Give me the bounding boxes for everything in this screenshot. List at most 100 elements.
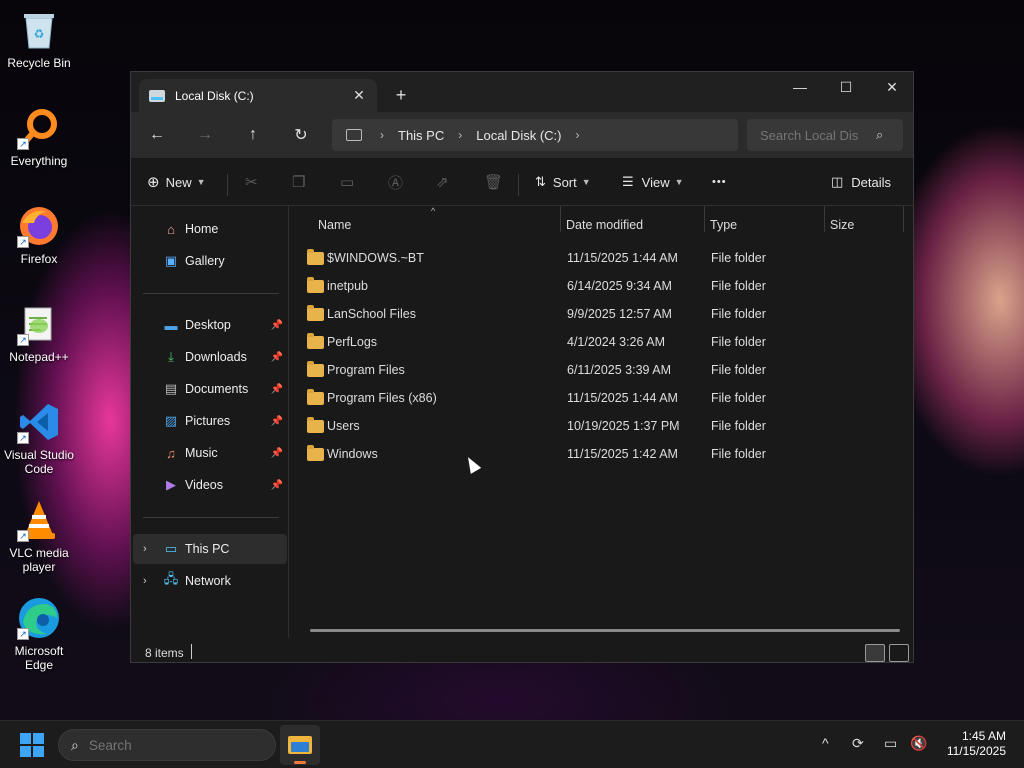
maximize-button[interactable]: ☐	[823, 72, 869, 102]
chevron-right-icon[interactable]: ›	[143, 543, 147, 555]
file-row[interactable]: Users 10/19/2025 1:37 PM File folder	[298, 412, 898, 440]
sidebar-item-network[interactable]: › 🖧 Network	[133, 566, 287, 596]
show-hidden-icons-button[interactable]: ^	[822, 735, 829, 751]
svg-text:♻: ♻	[34, 27, 45, 41]
column-divider[interactable]	[824, 206, 825, 232]
breadcrumb-chevron[interactable]: ›	[575, 128, 579, 142]
close-button[interactable]: ✕	[869, 72, 913, 102]
column-header-name[interactable]: Name	[318, 212, 351, 238]
breadcrumb-local-disk[interactable]: Local Disk (C:)	[476, 128, 561, 143]
videos-icon: ▶	[166, 477, 176, 492]
desktop-icon-firefox[interactable]: ↗ Firefox	[2, 204, 76, 266]
details-view-button[interactable]	[865, 644, 885, 662]
copy-button[interactable]: ❐	[292, 170, 305, 194]
sidebar-item-label: This PC	[185, 542, 230, 556]
desktop-icon-notepad-plus-plus[interactable]: ↗ Notepad++	[2, 302, 76, 364]
folder-icon	[307, 388, 324, 405]
desktop-icon-vlc[interactable]: ↗ VLC media player	[2, 498, 76, 574]
column-header-size[interactable]: Size	[830, 212, 854, 238]
taskbar-search-input[interactable]	[88, 737, 249, 753]
sidebar-item-home[interactable]: ⌂ Home	[133, 214, 287, 244]
desktop-icon-recycle-bin[interactable]: ♻ Recycle Bin	[2, 8, 76, 70]
taskbar: ⌕ ^ ⟳ ▭ 🔇 1:45 AM 11/15/2025	[0, 720, 1024, 768]
more-options-button[interactable]: •••	[712, 170, 727, 194]
sidebar-item-videos[interactable]: ▶ Videos 📌	[133, 470, 287, 500]
cut-button[interactable]: ✂	[245, 170, 258, 194]
sync-icon[interactable]: ⟳	[852, 735, 864, 752]
tab-close-button[interactable]: ✕	[349, 86, 369, 106]
new-tab-button[interactable]: +	[389, 83, 413, 107]
status-divider	[191, 644, 192, 659]
up-button[interactable]: ↑	[239, 122, 267, 148]
folder-icon	[307, 332, 324, 349]
documents-icon: ▤	[164, 381, 178, 396]
column-header-type[interactable]: Type	[710, 212, 737, 238]
file-row[interactable]: Program Files 6/11/2025 3:39 AM File folde…	[298, 356, 898, 384]
delete-button[interactable]: 🗑	[484, 170, 503, 194]
network-status-icon[interactable]: ▭	[884, 735, 897, 752]
share-button[interactable]: ⇗	[436, 170, 449, 194]
address-bar[interactable]: › This PC › Local Disk (C:) ›	[332, 119, 738, 151]
column-divider[interactable]	[704, 206, 705, 232]
sidebar-item-documents[interactable]: ▤ Documents 📌	[133, 374, 287, 404]
sort-button[interactable]: ⇅ Sort ▼	[535, 170, 591, 194]
system-clock[interactable]: 1:45 AM 11/15/2025	[947, 729, 1006, 759]
start-button[interactable]	[20, 733, 44, 757]
file-row[interactable]: Program Files (x86) 11/15/2025 1:44 AM Fil…	[298, 384, 898, 412]
sidebar-item-desktop[interactable]: ▬ Desktop 📌	[133, 310, 287, 340]
file-row[interactable]: LanSchool Files 9/9/2025 12:57 AM File fol…	[298, 300, 898, 328]
details-pane-button[interactable]: ◫ Details	[831, 170, 891, 194]
file-row[interactable]: PerfLogs 4/1/2024 3:26 AM File folder	[298, 328, 898, 356]
column-divider[interactable]	[560, 206, 561, 232]
search-input[interactable]	[760, 127, 868, 143]
column-header-date[interactable]: Date modified	[566, 212, 643, 238]
new-button[interactable]: ⊕ New ▼	[147, 170, 206, 194]
desktop-icon-edge[interactable]: ↗ Microsoft Edge	[2, 596, 76, 672]
pin-icon[interactable]: 📌	[271, 352, 283, 363]
taskbar-search[interactable]: ⌕	[58, 729, 276, 761]
breadcrumb-chevron[interactable]: ›	[380, 128, 384, 142]
sidebar-item-downloads[interactable]: ⤓ Downloads 📌	[133, 342, 287, 372]
sidebar-item-pictures[interactable]: ▨ Pictures 📌	[133, 406, 287, 436]
volume-muted-icon[interactable]: 🔇	[910, 735, 927, 752]
paste-button[interactable]: ▭	[340, 170, 354, 194]
sidebar-item-gallery[interactable]: ▣ Gallery	[133, 246, 287, 276]
desktop-icon-vscode[interactable]: ↗ Visual Studio Code	[2, 400, 76, 476]
desktop-icon-label: VLC media player	[9, 546, 69, 574]
pin-icon[interactable]: 📌	[271, 384, 283, 395]
refresh-button[interactable]: ↻	[287, 122, 315, 148]
tiles-view-button[interactable]	[889, 644, 909, 662]
windows-logo-icon	[33, 733, 44, 744]
forward-button[interactable]: →	[191, 122, 219, 148]
details-label: Details	[851, 174, 892, 190]
pin-icon[interactable]: 📌	[271, 448, 283, 459]
pin-icon[interactable]: 📌	[271, 480, 283, 491]
minimize-button[interactable]: —	[777, 72, 823, 102]
back-button[interactable]: ←	[143, 122, 171, 148]
search-box[interactable]: ⌕	[747, 119, 903, 151]
chevron-right-icon[interactable]: ›	[143, 575, 147, 587]
tab-local-disk[interactable]: Local Disk (C:) ✕	[139, 79, 377, 112]
rename-button[interactable]: Ⓐ	[388, 170, 403, 194]
column-divider[interactable]	[903, 206, 904, 232]
file-row[interactable]: Windows 11/15/2025 1:42 AM File folder	[298, 440, 898, 468]
file-row[interactable]: $WINDOWS.~BT 11/15/2025 1:44 AM File folde…	[298, 244, 898, 272]
file-row[interactable]: inetpub 6/14/2025 9:34 AM File folder	[298, 272, 898, 300]
desktop-icon-everything[interactable]: ↗ Everything	[2, 106, 76, 168]
folder-icon	[307, 444, 324, 461]
folder-icon	[307, 304, 324, 321]
pin-icon[interactable]: 📌	[271, 416, 283, 427]
pin-icon[interactable]: 📌	[271, 320, 283, 331]
file-date-modified: 10/19/2025 1:37 PM	[567, 419, 680, 433]
file-date-modified: 6/11/2025 3:39 AM	[567, 363, 672, 377]
file-date-modified: 6/14/2025 9:34 AM	[567, 279, 672, 293]
sidebar-item-music[interactable]: ♫ Music 📌	[133, 438, 287, 468]
breadcrumb-chevron[interactable]: ›	[458, 128, 462, 142]
view-button[interactable]: ☰ View ▼	[622, 170, 684, 194]
taskbar-file-explorer[interactable]	[280, 725, 320, 765]
sidebar-item-this-pc[interactable]: › ▭ This PC	[133, 534, 287, 564]
breadcrumb-this-pc[interactable]: This PC	[398, 128, 444, 143]
windows-logo-icon	[33, 746, 44, 757]
horizontal-scrollbar[interactable]	[310, 629, 900, 632]
view-list-icon: ☰	[622, 174, 634, 189]
